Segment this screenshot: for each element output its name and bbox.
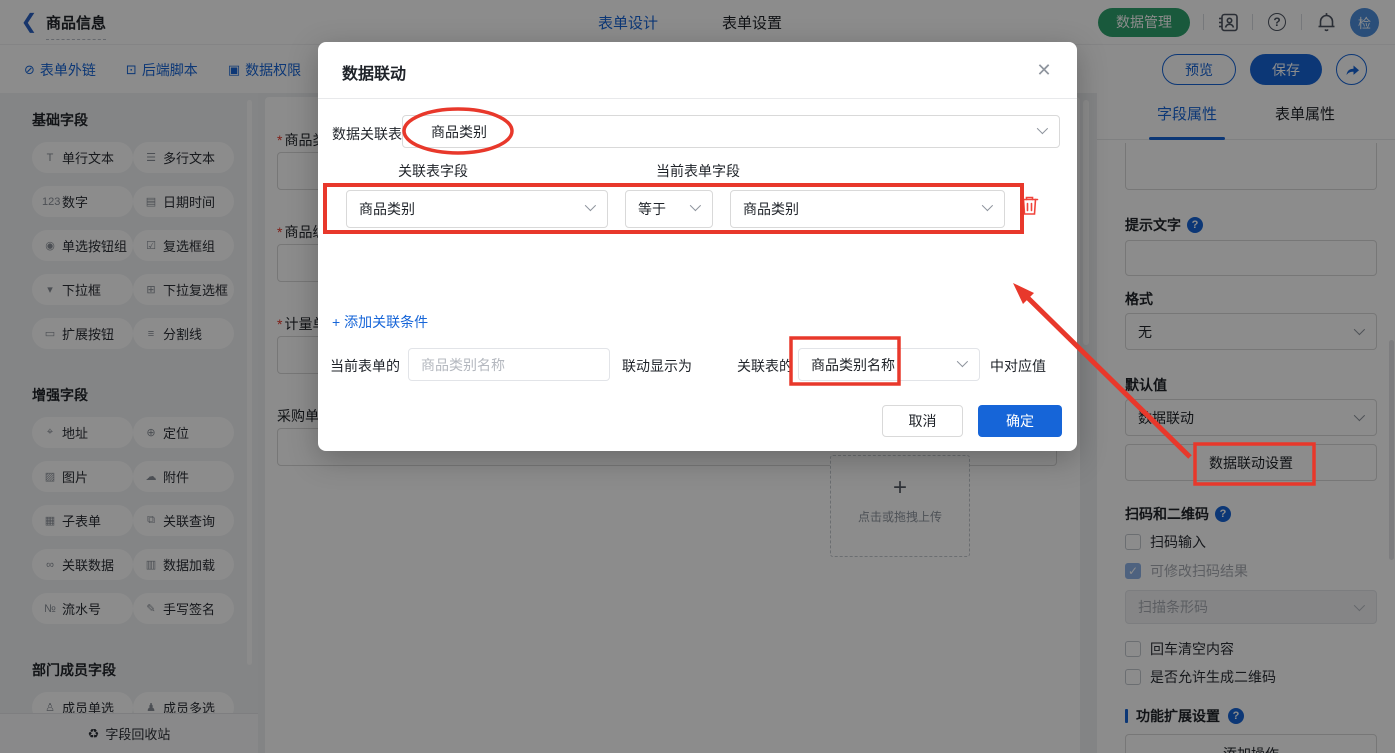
chevron-down-icon <box>981 199 994 212</box>
add-condition-link[interactable]: + 添加关联条件 <box>332 312 428 332</box>
column-header-right: 当前表单字段 <box>656 163 740 179</box>
linked-table-label: 关联表的 <box>737 358 793 374</box>
data-linkage-modal: 数据联动 ✕ 数据关联表 商品类别 关联表字段 当前表单字段 商品类别 等于 商… <box>318 42 1077 451</box>
app-root: ❮ 商品信息 表单设计 表单设置 数据管理 ? 检 ⊘ 表单外链 ⊡ 后端脚本 … <box>0 0 1395 753</box>
display-as-label: 联动显示为 <box>622 358 692 374</box>
confirm-button[interactable]: 确定 <box>978 405 1062 437</box>
close-icon[interactable]: ✕ <box>1033 59 1055 81</box>
column-header-left: 关联表字段 <box>398 163 468 179</box>
chevron-down-icon <box>1036 122 1049 134</box>
current-form-field-input[interactable]: 商品类别名称 <box>408 348 610 381</box>
delete-condition-icon[interactable] <box>1020 195 1040 217</box>
chevron-down-icon <box>956 355 969 367</box>
cancel-button[interactable]: 取消 <box>882 405 963 437</box>
chevron-down-icon <box>584 199 597 212</box>
chevron-down-icon <box>689 199 702 212</box>
condition-right-select[interactable]: 商品类别 <box>730 190 1005 228</box>
link-table-select[interactable]: 商品类别 <box>402 115 1060 148</box>
divider <box>318 98 1077 99</box>
modal-title: 数据联动 <box>342 66 407 83</box>
current-form-label: 当前表单的 <box>330 358 400 374</box>
condition-operator-select[interactable]: 等于 <box>625 190 713 228</box>
condition-left-select[interactable]: 商品类别 <box>346 190 608 228</box>
suffix-label: 中对应值 <box>990 358 1046 374</box>
linked-field-select[interactable]: 商品类别名称 <box>798 348 980 381</box>
link-table-label: 数据关联表 <box>332 126 402 142</box>
